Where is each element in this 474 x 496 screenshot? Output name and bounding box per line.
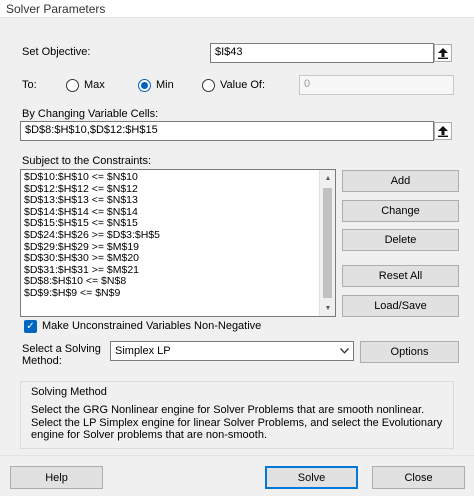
- options-button[interactable]: Options: [360, 341, 459, 363]
- min-radio[interactable]: [138, 79, 151, 92]
- min-radio-label: Min: [156, 79, 174, 91]
- delete-button[interactable]: Delete: [342, 229, 459, 251]
- chevron-down-icon[interactable]: [336, 342, 353, 360]
- collapse-arrow-icon: [438, 47, 448, 59]
- method-label-line1: Select a Solving: [22, 343, 101, 355]
- list-item[interactable]: $D$10:$H$10 <= $N$10: [24, 171, 160, 184]
- changing-cells-label: By Changing Variable Cells:: [22, 108, 159, 120]
- constraints-label: Subject to the Constraints:: [22, 155, 152, 167]
- load-save-button[interactable]: Load/Save: [342, 295, 459, 317]
- help-button[interactable]: Help: [10, 466, 103, 489]
- method-label-line2: Method:: [22, 355, 62, 367]
- close-button[interactable]: Close: [372, 466, 465, 489]
- to-label: To:: [22, 79, 37, 91]
- value-of-radio-label: Value Of:: [220, 79, 266, 91]
- add-button[interactable]: Add: [342, 170, 459, 192]
- solving-method-select[interactable]: Simplex LP: [110, 341, 354, 361]
- max-radio-label: Max: [84, 79, 105, 91]
- scroll-up-icon[interactable]: ▲: [320, 170, 335, 186]
- solving-method-description: Select the GRG Nonlinear engine for Solv…: [31, 404, 443, 441]
- value-of-radio[interactable]: [202, 79, 215, 92]
- constraints-scrollbar[interactable]: ▲ ▼: [319, 170, 335, 316]
- constraints-items: $D$10:$H$10 <= $N$10 $D$12:$H$12 <= $N$1…: [24, 171, 160, 300]
- scrollbar-thumb[interactable]: [323, 188, 332, 298]
- changing-cells-collapse-button[interactable]: [434, 122, 452, 140]
- objective-field[interactable]: $I$43: [210, 43, 434, 63]
- nonneg-checkbox[interactable]: ✓: [24, 320, 37, 333]
- title-bar: Solver Parameters: [0, 0, 474, 18]
- list-item[interactable]: $D$9:$H$9 <= $N$9: [24, 287, 160, 300]
- solving-method-value: Simplex LP: [115, 345, 171, 357]
- window-title: Solver Parameters: [6, 2, 106, 16]
- list-item[interactable]: $D$24:$H$26 >= $D$3:$H$5: [24, 229, 160, 242]
- constraints-list[interactable]: $D$10:$H$10 <= $N$10 $D$12:$H$12 <= $N$1…: [20, 169, 336, 317]
- solving-method-group: Solving Method Select the GRG Nonlinear …: [20, 381, 454, 449]
- solve-button[interactable]: Solve: [265, 466, 358, 489]
- scroll-down-icon[interactable]: ▼: [320, 300, 335, 316]
- list-item[interactable]: $D$30:$H$30 >= $M$20: [24, 253, 160, 265]
- change-button[interactable]: Change: [342, 200, 459, 222]
- objective-collapse-button[interactable]: [434, 44, 452, 62]
- objective-label: Set Objective:: [22, 46, 91, 58]
- reset-all-button[interactable]: Reset All: [342, 265, 459, 287]
- changing-cells-field[interactable]: $D$8:$H$10,$D$12:$H$15: [20, 121, 434, 141]
- collapse-arrow-icon: [438, 125, 448, 137]
- value-of-field[interactable]: 0: [299, 75, 454, 95]
- solving-method-title: Solving Method: [31, 386, 107, 398]
- nonneg-label: Make Unconstrained Variables Non-Negativ…: [42, 320, 262, 332]
- max-radio[interactable]: [66, 79, 79, 92]
- footer-divider: [0, 455, 474, 456]
